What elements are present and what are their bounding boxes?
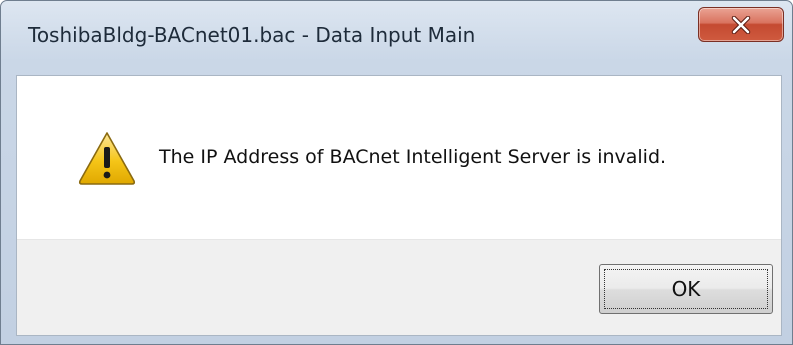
close-button[interactable] [698,7,784,42]
dialog-window: ToshibaBldg-BACnet01.bac - Data Input Ma… [0,0,793,345]
ok-button-label: OK [671,277,701,301]
dialog-client-area: The IP Address of BACnet Intelligent Ser… [16,75,782,336]
ok-button[interactable]: OK [599,264,773,314]
button-area: OK [17,239,781,335]
message-text: The IP Address of BACnet Intelligent Ser… [159,146,667,168]
message-area: The IP Address of BACnet Intelligent Ser… [17,76,781,239]
title-bar[interactable]: ToshibaBldg-BACnet01.bac - Data Input Ma… [1,1,792,73]
window-title: ToshibaBldg-BACnet01.bac - Data Input Ma… [28,23,476,47]
warning-icon [78,132,136,185]
close-icon [731,16,751,34]
